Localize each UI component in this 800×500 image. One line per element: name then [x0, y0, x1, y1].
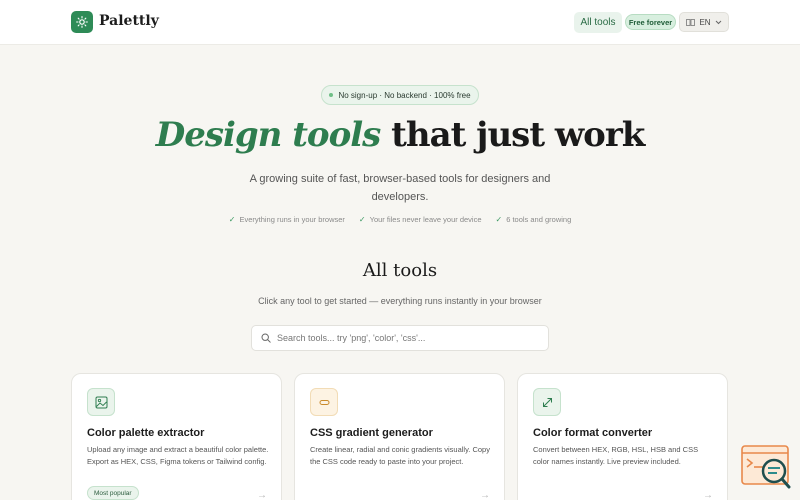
check-icon: ✓ [228, 215, 236, 224]
check-item: ✓ Your files never leave your device [359, 215, 482, 224]
convert-arrow-icon [533, 388, 561, 416]
tool-card-gradient-generator[interactable]: CSS gradient generator Create linear, ra… [294, 373, 505, 500]
search-input[interactable] [277, 333, 548, 343]
check-item-label: Everything runs in your browser [239, 215, 345, 224]
check-item-label: 6 tools and growing [506, 215, 572, 224]
brand-name[interactable]: Palettly [99, 13, 159, 29]
card-title: Color format converter [533, 427, 653, 439]
section-title: All tools [362, 260, 438, 281]
nav-all-tools-link[interactable]: All tools [574, 12, 622, 33]
check-icon: ✓ [495, 215, 503, 224]
check-item-label: Your files never leave your device [369, 215, 482, 224]
section-subtitle: Click any tool to get started — everythi… [258, 296, 542, 306]
arrow-right-icon: → [703, 490, 713, 500]
language-selector[interactable]: EN [679, 12, 729, 32]
dot-icon [329, 93, 334, 97]
most-popular-badge: Most popular [87, 486, 139, 500]
hero-subtitle: A growing suite of fast, browser-based t… [249, 173, 551, 203]
card-description: Upload any image and extract a beautiful… [87, 445, 269, 466]
logo-sun-icon[interactable] [71, 11, 93, 33]
free-forever-badge: Free forever [625, 14, 676, 30]
check-icon: ✓ [358, 215, 366, 224]
card-title: CSS gradient generator [310, 427, 433, 439]
top-header: Palettly All tools Free forever EN [0, 0, 800, 45]
card-description: Create linear, radial and conic gradient… [310, 445, 490, 466]
feature-checklist: ✓ Everything runs in your browser ✓ Your… [0, 215, 800, 224]
features-pill: No sign-up · No backend · 100% free [321, 85, 479, 105]
features-pill-text: No sign-up · No backend · 100% free [338, 90, 471, 100]
check-item: ✓ Everything runs in your browser [229, 215, 345, 224]
search-box[interactable] [251, 325, 549, 351]
arrow-right-icon: → [480, 490, 490, 500]
card-description: Convert between HEX, RGB, HSL, HSB and C… [533, 445, 699, 466]
check-item: ✓ 6 tools and growing [496, 215, 572, 224]
tool-card-color-converter[interactable]: Color format converter Convert between H… [517, 373, 728, 500]
search-icon [261, 333, 271, 343]
help-chat-icon [741, 445, 791, 489]
hero-title: Design tools that just work [0, 115, 800, 155]
card-title: Color palette extractor [87, 427, 205, 439]
tool-card-palette-extractor[interactable]: Color palette extractor Upload any image… [71, 373, 282, 500]
arrow-right-icon: → [257, 490, 267, 500]
gradient-icon [310, 388, 338, 416]
chevron-down-icon [715, 20, 721, 24]
language-icon [686, 18, 696, 26]
image-icon [87, 388, 115, 416]
help-widget-button[interactable] [741, 445, 791, 490]
language-label: EN [699, 17, 711, 27]
hero-title-rest: that just work [380, 115, 645, 155]
hero-title-accent: Design tools [155, 115, 382, 155]
